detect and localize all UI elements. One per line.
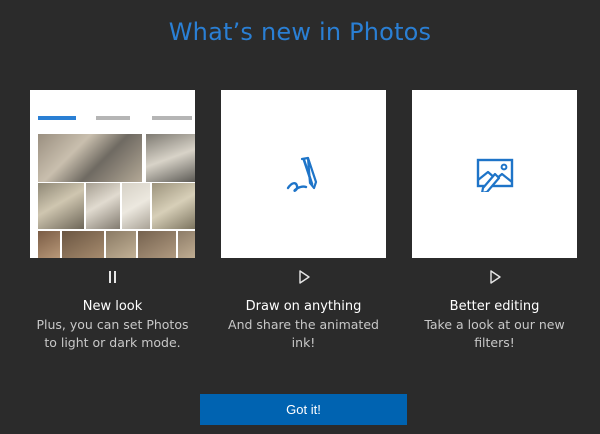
preview-photo [38,231,60,258]
whats-new-dialog: What’s new in Photos New look Plus, you … [0,0,600,434]
dialog-title: What’s new in Photos [168,18,432,46]
media-control[interactable] [412,267,577,287]
photo-edit-icon [476,158,513,192]
pen-ink-icon [286,156,317,192]
preview-photo [146,134,195,182]
feature-card-editing: Better editing Take a look at our new fi… [412,90,577,352]
feature-description: And share the animated ink! [228,317,379,350]
preview-tab [152,116,192,120]
media-control[interactable] [30,267,195,287]
feature-title: New look [82,299,143,314]
preview-photo [38,134,142,182]
play-icon [489,270,501,284]
preview-photo [106,231,136,258]
got-it-button[interactable]: Got it! [200,394,407,425]
feature-preview-collage [30,90,195,258]
feature-card-draw: Draw on anything And share the animated … [221,90,386,352]
preview-photo [138,231,176,258]
feature-description: Take a look at our new filters! [424,317,565,350]
feature-card-new-look: New look Plus, you can set Photos to lig… [30,90,195,352]
feature-preview-editing [412,90,577,258]
feature-title: Draw on anything [245,299,362,314]
feature-description: Plus, you can set Photos to light or dar… [36,317,189,350]
feature-title: Better editing [449,299,540,314]
preview-tab-active [38,116,76,120]
preview-photo [38,183,84,229]
preview-photo [152,183,195,229]
pause-icon [108,271,116,283]
media-control[interactable] [221,267,386,287]
preview-photo [122,183,150,229]
preview-photo [62,231,104,258]
preview-photo [178,231,195,258]
feature-preview-ink [221,90,386,258]
preview-photo [86,183,120,229]
play-icon [298,270,310,284]
preview-tab [96,116,130,120]
preview-tabs [38,116,195,120]
